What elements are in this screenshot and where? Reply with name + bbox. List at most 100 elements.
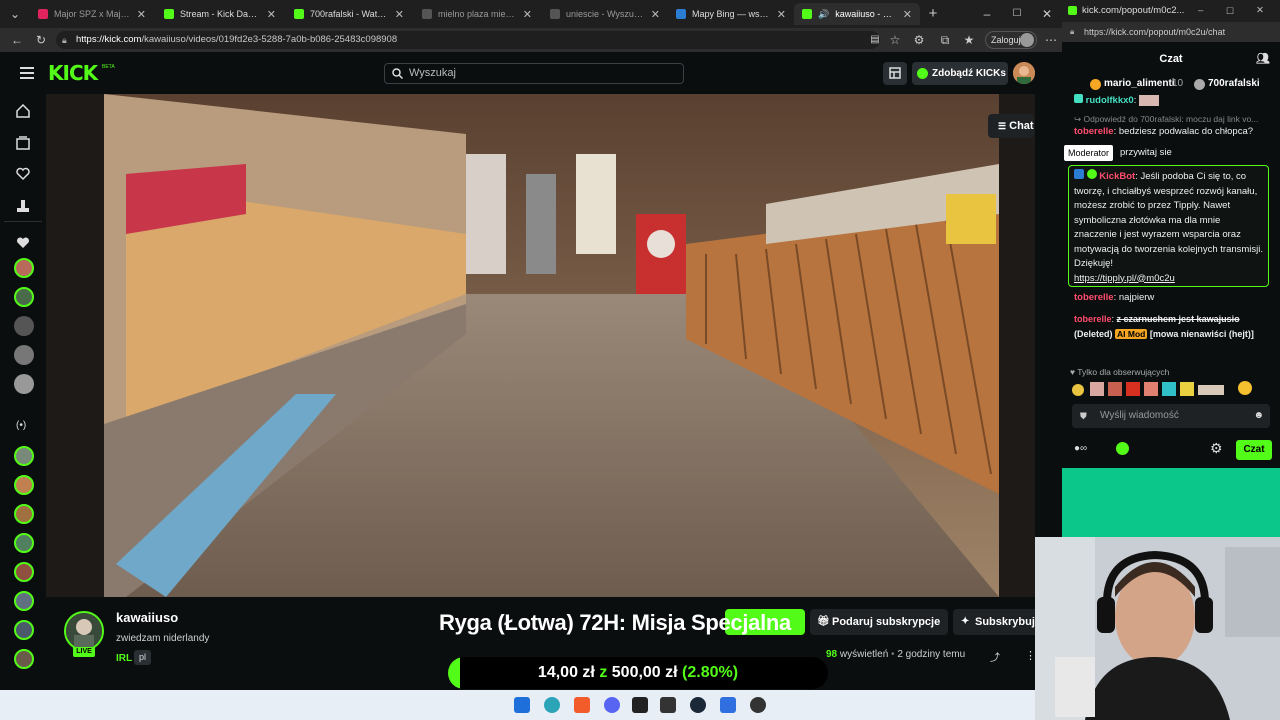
split-screen-icon[interactable]: ⧉ xyxy=(938,33,952,47)
chat-settings-gear-icon[interactable]: ⚙ xyxy=(1210,440,1223,457)
tab-3[interactable]: mielno plaza mieszkania ✕ xyxy=(414,3,540,25)
close-tab-icon[interactable]: ✕ xyxy=(523,8,532,21)
tab-5[interactable]: Mapy Bing — wskazówki ✕ xyxy=(668,3,794,25)
new-tab-icon[interactable]: + xyxy=(926,6,940,21)
close-tab-icon[interactable]: ✕ xyxy=(651,8,660,21)
search-input[interactable]: Wyszukaj xyxy=(384,63,684,84)
gifter-name[interactable]: mario_alimenti xyxy=(1104,78,1175,89)
emote-icon[interactable] xyxy=(1198,385,1224,395)
maximize-icon[interactable]: ☐ xyxy=(1010,7,1024,21)
followed-channel-avatar[interactable] xyxy=(14,258,34,278)
chat-username[interactable]: KickBot xyxy=(1099,171,1135,182)
channel-name[interactable]: kawaiiuso xyxy=(116,610,178,625)
chat-message-input[interactable]: ⛊ Wyślij wiadomość ☻ xyxy=(1072,404,1270,428)
login-button[interactable]: Zaloguj xyxy=(985,31,1037,49)
favorite-star-icon[interactable]: ☆ xyxy=(888,33,902,47)
minimize-icon[interactable]: – xyxy=(980,7,994,21)
emote-icon[interactable] xyxy=(1144,382,1158,396)
discord-icon[interactable] xyxy=(604,697,620,713)
more-menu-icon[interactable]: ⋯ xyxy=(1044,33,1058,47)
browse-icon[interactable] xyxy=(16,136,30,150)
video-player[interactable] xyxy=(46,94,1035,597)
favorites-icon[interactable]: ★ xyxy=(962,33,976,47)
maximize-icon[interactable]: ☐ xyxy=(1226,0,1234,22)
emote-icon[interactable] xyxy=(1072,384,1084,396)
share-icon[interactable]: ⤴ xyxy=(990,649,1002,664)
obs-icon[interactable] xyxy=(750,697,766,713)
emote-icon[interactable] xyxy=(1180,382,1194,396)
kick-logo[interactable]: KICK xyxy=(48,62,98,84)
recommended-channel-avatar[interactable] xyxy=(14,504,34,524)
followed-channel-avatar[interactable] xyxy=(14,287,34,307)
close-window-icon[interactable]: ✕ xyxy=(1040,7,1054,21)
steam-icon[interactable] xyxy=(690,697,706,713)
emote-icon[interactable] xyxy=(1162,382,1176,396)
speaker-icon[interactable]: 🔊 xyxy=(818,9,829,20)
chat-username[interactable]: toberelle xyxy=(1074,292,1114,303)
channel-avatar[interactable] xyxy=(64,611,104,651)
emote-icon[interactable] xyxy=(1108,382,1122,396)
subscribe-button[interactable]: ✦ Subskrybuj xyxy=(953,609,1035,635)
chat-points-icon[interactable]: ●∞ xyxy=(1074,443,1087,454)
tab-1[interactable]: Stream - Kick Dashboard ✕ xyxy=(156,3,284,25)
chat-username[interactable]: rudolfkkx0 xyxy=(1086,95,1134,106)
following-heart-icon[interactable] xyxy=(16,167,30,181)
gifter-name[interactable]: 700rafalski xyxy=(1208,78,1260,89)
tab-actions-icon[interactable]: ⌄ xyxy=(8,7,22,21)
minimize-icon[interactable]: – xyxy=(1198,0,1203,22)
url-field[interactable]: 🔒︎ https://kick.com/kawaiiuso/videos/019… xyxy=(56,31,880,49)
refresh-icon[interactable]: ↻ xyxy=(34,33,48,47)
tab-0[interactable]: Major SPZ x Majki - "Kali ✕ xyxy=(30,3,154,25)
language-tag[interactable]: pl xyxy=(134,650,152,665)
user-list-icon[interactable]: 👥︎ xyxy=(1256,42,1270,76)
recommended-channel-avatar[interactable] xyxy=(14,649,34,669)
close-tab-icon[interactable]: ✕ xyxy=(395,8,404,21)
emote-icon[interactable] xyxy=(1238,381,1252,395)
emote-icon[interactable] xyxy=(1090,382,1104,396)
followed-channel-avatar[interactable] xyxy=(14,345,34,365)
emoji-picker-icon[interactable]: ☻ xyxy=(1253,404,1264,428)
tab-2[interactable]: 700rafalski - Watch the V ✕ xyxy=(286,3,412,25)
more-options-icon[interactable]: ⋮ xyxy=(1025,649,1036,662)
recommended-channel-avatar[interactable] xyxy=(14,533,34,553)
chat-username[interactable]: toberelle xyxy=(1074,314,1112,324)
back-icon[interactable]: ← xyxy=(10,33,24,47)
followed-channel-avatar[interactable] xyxy=(14,374,34,394)
chat-username[interactable]: toberelle xyxy=(1074,126,1114,137)
get-kicks-button[interactable]: Zdobądź KICKs xyxy=(912,62,1008,85)
close-window-icon[interactable]: ✕ xyxy=(1256,0,1264,22)
reader-icon[interactable]: ▤ xyxy=(868,33,882,47)
hamburger-menu-icon[interactable] xyxy=(20,67,34,79)
library-icon[interactable] xyxy=(16,199,30,213)
epic-games-icon[interactable] xyxy=(660,697,676,713)
app-icon[interactable] xyxy=(720,697,736,713)
recommended-channel-avatar[interactable] xyxy=(14,591,34,611)
emote-icon[interactable] xyxy=(1126,382,1140,396)
followed-channel-avatar[interactable] xyxy=(14,316,34,336)
close-tab-icon[interactable]: ✕ xyxy=(903,8,912,21)
home-icon[interactable] xyxy=(16,104,30,118)
app-icon[interactable] xyxy=(632,697,648,713)
edge-icon[interactable] xyxy=(544,697,560,713)
tab-6-active[interactable]: 🔊 kawaiiuso - Watch th ✕ xyxy=(794,3,920,25)
close-tab-icon[interactable]: ✕ xyxy=(267,8,276,21)
gift-subscription-button[interactable]: 🎁︎ Podaruj subskrypcje xyxy=(810,609,948,635)
chat-toggle-button[interactable]: ☰ Chat xyxy=(988,114,1034,138)
close-tab-icon[interactable]: ✕ xyxy=(137,8,146,21)
brave-icon[interactable] xyxy=(574,697,590,713)
dashboard-button[interactable] xyxy=(883,62,907,85)
extensions-icon[interactable]: ⚙ xyxy=(912,33,926,47)
tab-4[interactable]: uniescie - Wyszukaj ✕ xyxy=(542,3,668,25)
tipply-link[interactable]: https://tipply.pl/@m0c2u xyxy=(1074,273,1175,284)
recommended-channel-avatar[interactable] xyxy=(14,562,34,582)
user-avatar[interactable] xyxy=(1013,62,1035,84)
windows-start-icon[interactable] xyxy=(514,697,530,713)
recommended-channel-avatar[interactable] xyxy=(14,446,34,466)
category-link[interactable]: IRL xyxy=(116,653,132,664)
chat-address-bar[interactable]: 🔒︎ https://kick.com/popout/m0c2u/chat xyxy=(1062,22,1280,42)
kicks-coin-icon[interactable] xyxy=(1116,442,1129,455)
recommended-channel-avatar[interactable] xyxy=(14,475,34,495)
recommended-channel-avatar[interactable] xyxy=(14,620,34,640)
close-tab-icon[interactable]: ✕ xyxy=(777,8,786,21)
chat-send-button[interactable]: Czat xyxy=(1236,440,1272,460)
